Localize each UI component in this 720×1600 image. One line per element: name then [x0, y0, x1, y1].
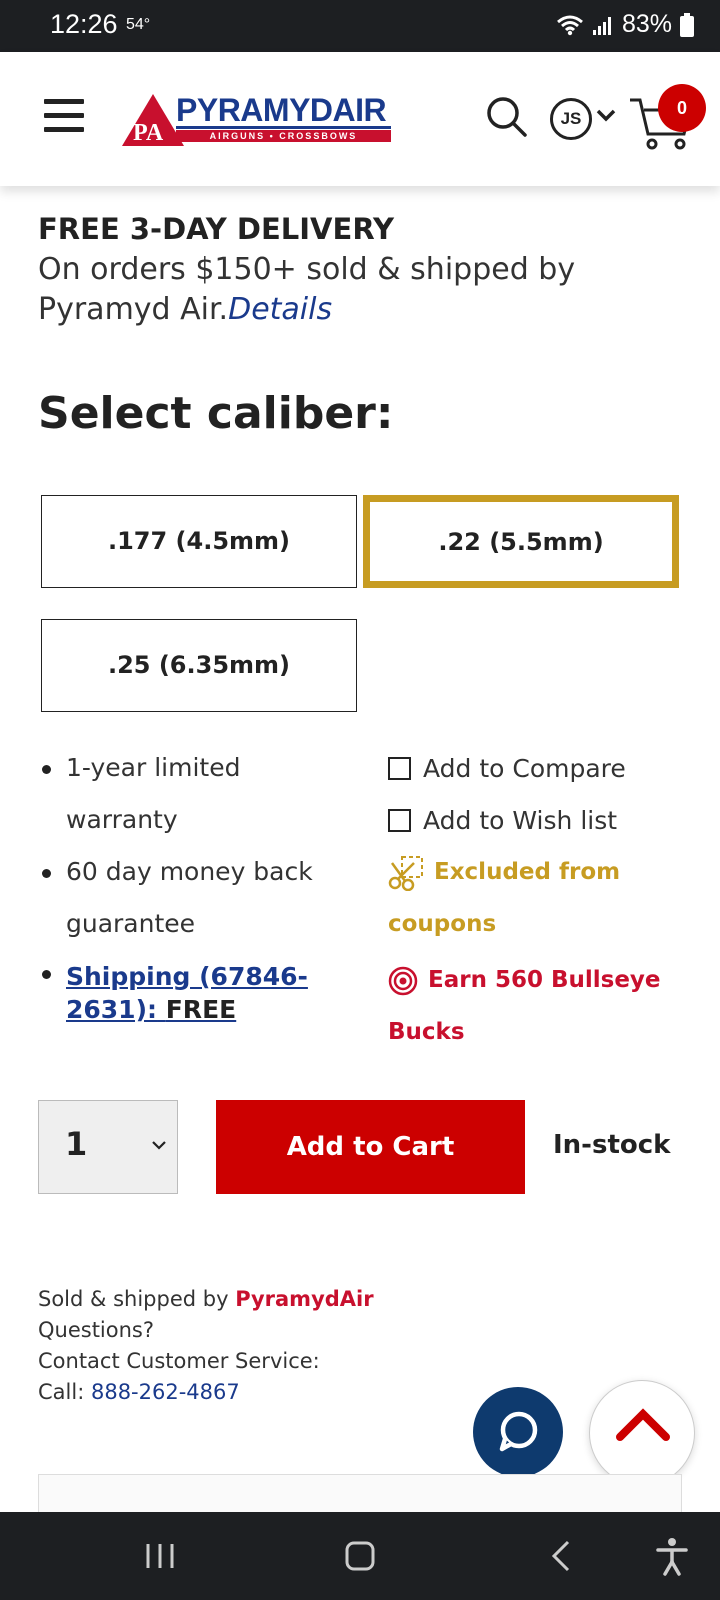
- chat-button[interactable]: [473, 1387, 563, 1477]
- feature-money-back: 60 day money back guarantee: [40, 846, 360, 950]
- search-icon[interactable]: [486, 96, 528, 138]
- call-line: Call: 888-262-4867: [38, 1377, 374, 1408]
- delivery-title: FREE 3-DAY DELIVERY: [38, 212, 395, 246]
- home-icon[interactable]: [338, 1534, 382, 1578]
- back-icon[interactable]: [540, 1534, 584, 1578]
- cart-count-badge[interactable]: 0: [658, 84, 706, 132]
- phone-link[interactable]: 888-262-4867: [91, 1380, 240, 1404]
- feature-list: 1-year limited warranty 60 day money bac…: [40, 742, 360, 1026]
- chevron-down-icon: [596, 109, 616, 122]
- shipping-link[interactable]: Shipping (67846-2631): FREE: [40, 950, 360, 1026]
- wishlist-label: Add to Wish list: [423, 805, 618, 835]
- battery-icon: [680, 12, 694, 37]
- scroll-to-top-button[interactable]: [589, 1380, 695, 1486]
- shipping-value: FREE: [165, 995, 237, 1024]
- bullseye-label: Earn 560 Bullseye Bucks: [388, 967, 661, 1045]
- logo-underline: [176, 126, 391, 129]
- delivery-text: On orders $150+ sold & shipped by Pyramy…: [38, 250, 688, 330]
- content-card: [38, 1474, 682, 1514]
- chat-bubble-icon: [499, 1411, 538, 1452]
- feature-warranty: 1-year limited warranty: [40, 742, 360, 846]
- sold-by-brand[interactable]: PyramydAir: [235, 1287, 373, 1311]
- compare-checkbox[interactable]: [388, 756, 411, 780]
- caliber-option-22[interactable]: .22 (5.5mm): [363, 495, 679, 588]
- system-navigation-bar: [0, 1512, 720, 1600]
- logo-name: PYRAMYDAIR: [176, 92, 387, 128]
- wishlist-checkbox[interactable]: [388, 808, 411, 832]
- signal-icon: [592, 16, 611, 35]
- accessibility-icon[interactable]: [650, 1534, 694, 1578]
- chevron-down-icon: [152, 1141, 166, 1150]
- site-header: PA PYRAMYDAIR AIRGUNS • CROSSBOWS JS: [0, 52, 720, 186]
- questions-label: Questions?: [38, 1318, 155, 1342]
- caliber-option-177[interactable]: .177 (4.5mm): [41, 495, 357, 588]
- wifi-icon: [556, 15, 583, 35]
- bullseye-icon: [388, 966, 418, 995]
- excluded-from-coupons-notice: Excluded from coupons: [388, 846, 688, 950]
- sold-by-line: Sold & shipped by PyramydAir: [38, 1284, 374, 1315]
- recent-apps-icon[interactable]: [138, 1534, 182, 1578]
- stock-status: In-stock: [553, 1130, 671, 1160]
- bullseye-bucks-notice: Earn 560 Bullseye Bucks: [388, 954, 688, 1058]
- status-bar: 12:26 54° 83%: [0, 0, 720, 52]
- account-menu-button[interactable]: JS: [550, 98, 620, 144]
- battery-percent: 83%: [621, 10, 672, 38]
- logo-monogram: PA: [133, 120, 164, 146]
- add-to-compare[interactable]: Add to Compare: [388, 742, 688, 794]
- account-avatar: JS: [550, 98, 592, 140]
- status-indicators: 83%: [556, 10, 694, 39]
- sold-by-prefix: Sold & shipped by: [38, 1287, 229, 1311]
- scissors-coupon-icon: [388, 855, 423, 891]
- quantity-select[interactable]: 1: [38, 1100, 178, 1194]
- caliber-option-25[interactable]: .25 (6.35mm): [41, 619, 357, 712]
- add-to-cart-button[interactable]: Add to Cart: [216, 1100, 525, 1194]
- status-temperature: 54°: [126, 16, 151, 33]
- logo-tagline: AIRGUNS • CROSSBOWS: [176, 130, 391, 142]
- call-prefix: Call:: [38, 1380, 85, 1404]
- product-actions: Add to Compare Add to Wish list Excluded…: [388, 742, 688, 1058]
- pyramydair-logo[interactable]: PA PYRAMYDAIR AIRGUNS • CROSSBOWS: [120, 92, 395, 150]
- status-time: 12:26: [50, 9, 118, 39]
- caliber-heading: Select caliber:: [38, 388, 394, 439]
- contact-label: Contact Customer Service:: [38, 1349, 320, 1373]
- chevron-up-icon: [616, 1408, 670, 1441]
- quantity-value: 1: [65, 1125, 88, 1163]
- seller-info: Sold & shipped by PyramydAir Questions? …: [38, 1284, 374, 1408]
- compare-label: Add to Compare: [423, 753, 626, 783]
- delivery-details-link[interactable]: Details: [228, 292, 332, 327]
- add-to-wishlist[interactable]: Add to Wish list: [388, 794, 688, 846]
- menu-icon[interactable]: [44, 99, 84, 135]
